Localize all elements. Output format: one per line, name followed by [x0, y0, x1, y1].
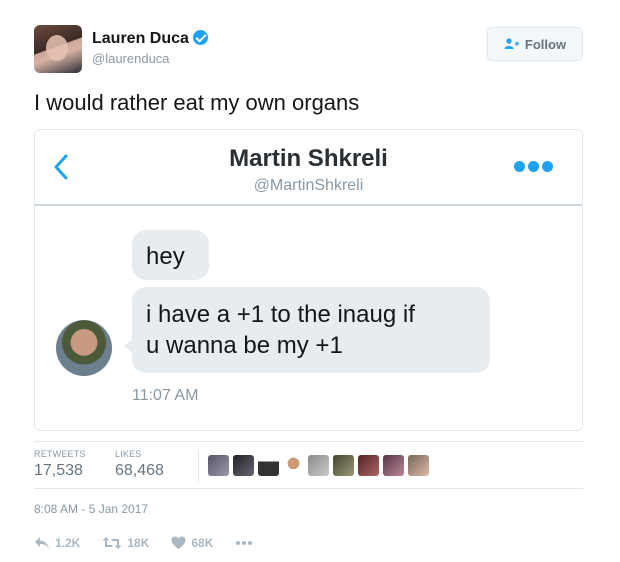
follow-person-icon [504, 38, 520, 50]
tweet-actions: 1.2K 18K 68K [34, 533, 275, 553]
dm-header: Martin Shkreli @MartinShkreli [35, 130, 582, 206]
liker-avatar[interactable] [208, 455, 229, 476]
liker-avatar[interactable] [358, 455, 379, 476]
liker-avatar[interactable] [308, 455, 329, 476]
likes-stat[interactable]: LIKES 68,468 [115, 449, 164, 480]
more-dots-icon[interactable] [514, 161, 554, 173]
more-button[interactable] [235, 540, 253, 546]
author-handle[interactable]: @laurenduca [92, 51, 208, 66]
retweet-icon [102, 537, 122, 549]
tweet-timestamp[interactable]: 8:08 AM - 5 Jan 2017 [34, 502, 148, 516]
dm-contact-handle: @MartinShkreli [253, 177, 364, 194]
author-block: Lauren Duca @laurenduca [92, 30, 208, 66]
message-bubble: hey [132, 230, 209, 280]
dm-contact-avatar [56, 320, 112, 376]
follow-button[interactable]: Follow [487, 27, 583, 61]
message-text-line: i have a +1 to the inaug if [146, 301, 415, 328]
liker-avatar[interactable] [258, 455, 279, 476]
like-button[interactable]: 68K [171, 536, 213, 550]
tweet-text: I would rather eat my own organs [34, 90, 360, 115]
message-text: hey [146, 243, 185, 270]
liker-avatars [208, 455, 429, 476]
message-time: 11:07 AM [132, 387, 199, 404]
retweet-button[interactable]: 18K [102, 536, 149, 550]
stats-divider [198, 450, 199, 482]
liker-avatar[interactable] [283, 455, 304, 476]
liker-avatar[interactable] [233, 455, 254, 476]
reply-icon [35, 537, 49, 549]
author-name[interactable]: Lauren Duca [92, 30, 189, 48]
reply-count: 1.2K [55, 536, 81, 550]
message-bubble: i have a +1 to the inaug if u wanna be m… [124, 287, 490, 373]
liker-avatar[interactable] [383, 455, 404, 476]
more-icon [236, 541, 253, 545]
message-text-line: u wanna be my +1 [146, 332, 343, 359]
follow-label: Follow [524, 36, 567, 52]
liker-avatar[interactable] [333, 455, 354, 476]
likes-value: 68,468 [115, 462, 164, 479]
retweets-label: RETWEETS [34, 449, 86, 459]
like-count: 68K [191, 536, 214, 550]
retweets-value: 17,538 [34, 462, 83, 479]
author-avatar[interactable] [34, 25, 82, 73]
liker-avatar[interactable] [408, 455, 429, 476]
tweet-stats: RETWEETS 17,538 LIKES 68,468 [34, 441, 583, 489]
reply-button[interactable]: 1.2K [34, 536, 80, 550]
heart-icon [171, 536, 186, 549]
likes-label: LIKES [115, 449, 142, 459]
dm-screenshot-card: Martin Shkreli @MartinShkreli hey i have… [34, 129, 583, 431]
verified-badge-icon [192, 30, 208, 45]
retweets-stat[interactable]: RETWEETS 17,538 [34, 449, 86, 480]
dm-contact-name: Martin Shkreli [229, 145, 388, 172]
retweet-count: 18K [127, 536, 150, 550]
